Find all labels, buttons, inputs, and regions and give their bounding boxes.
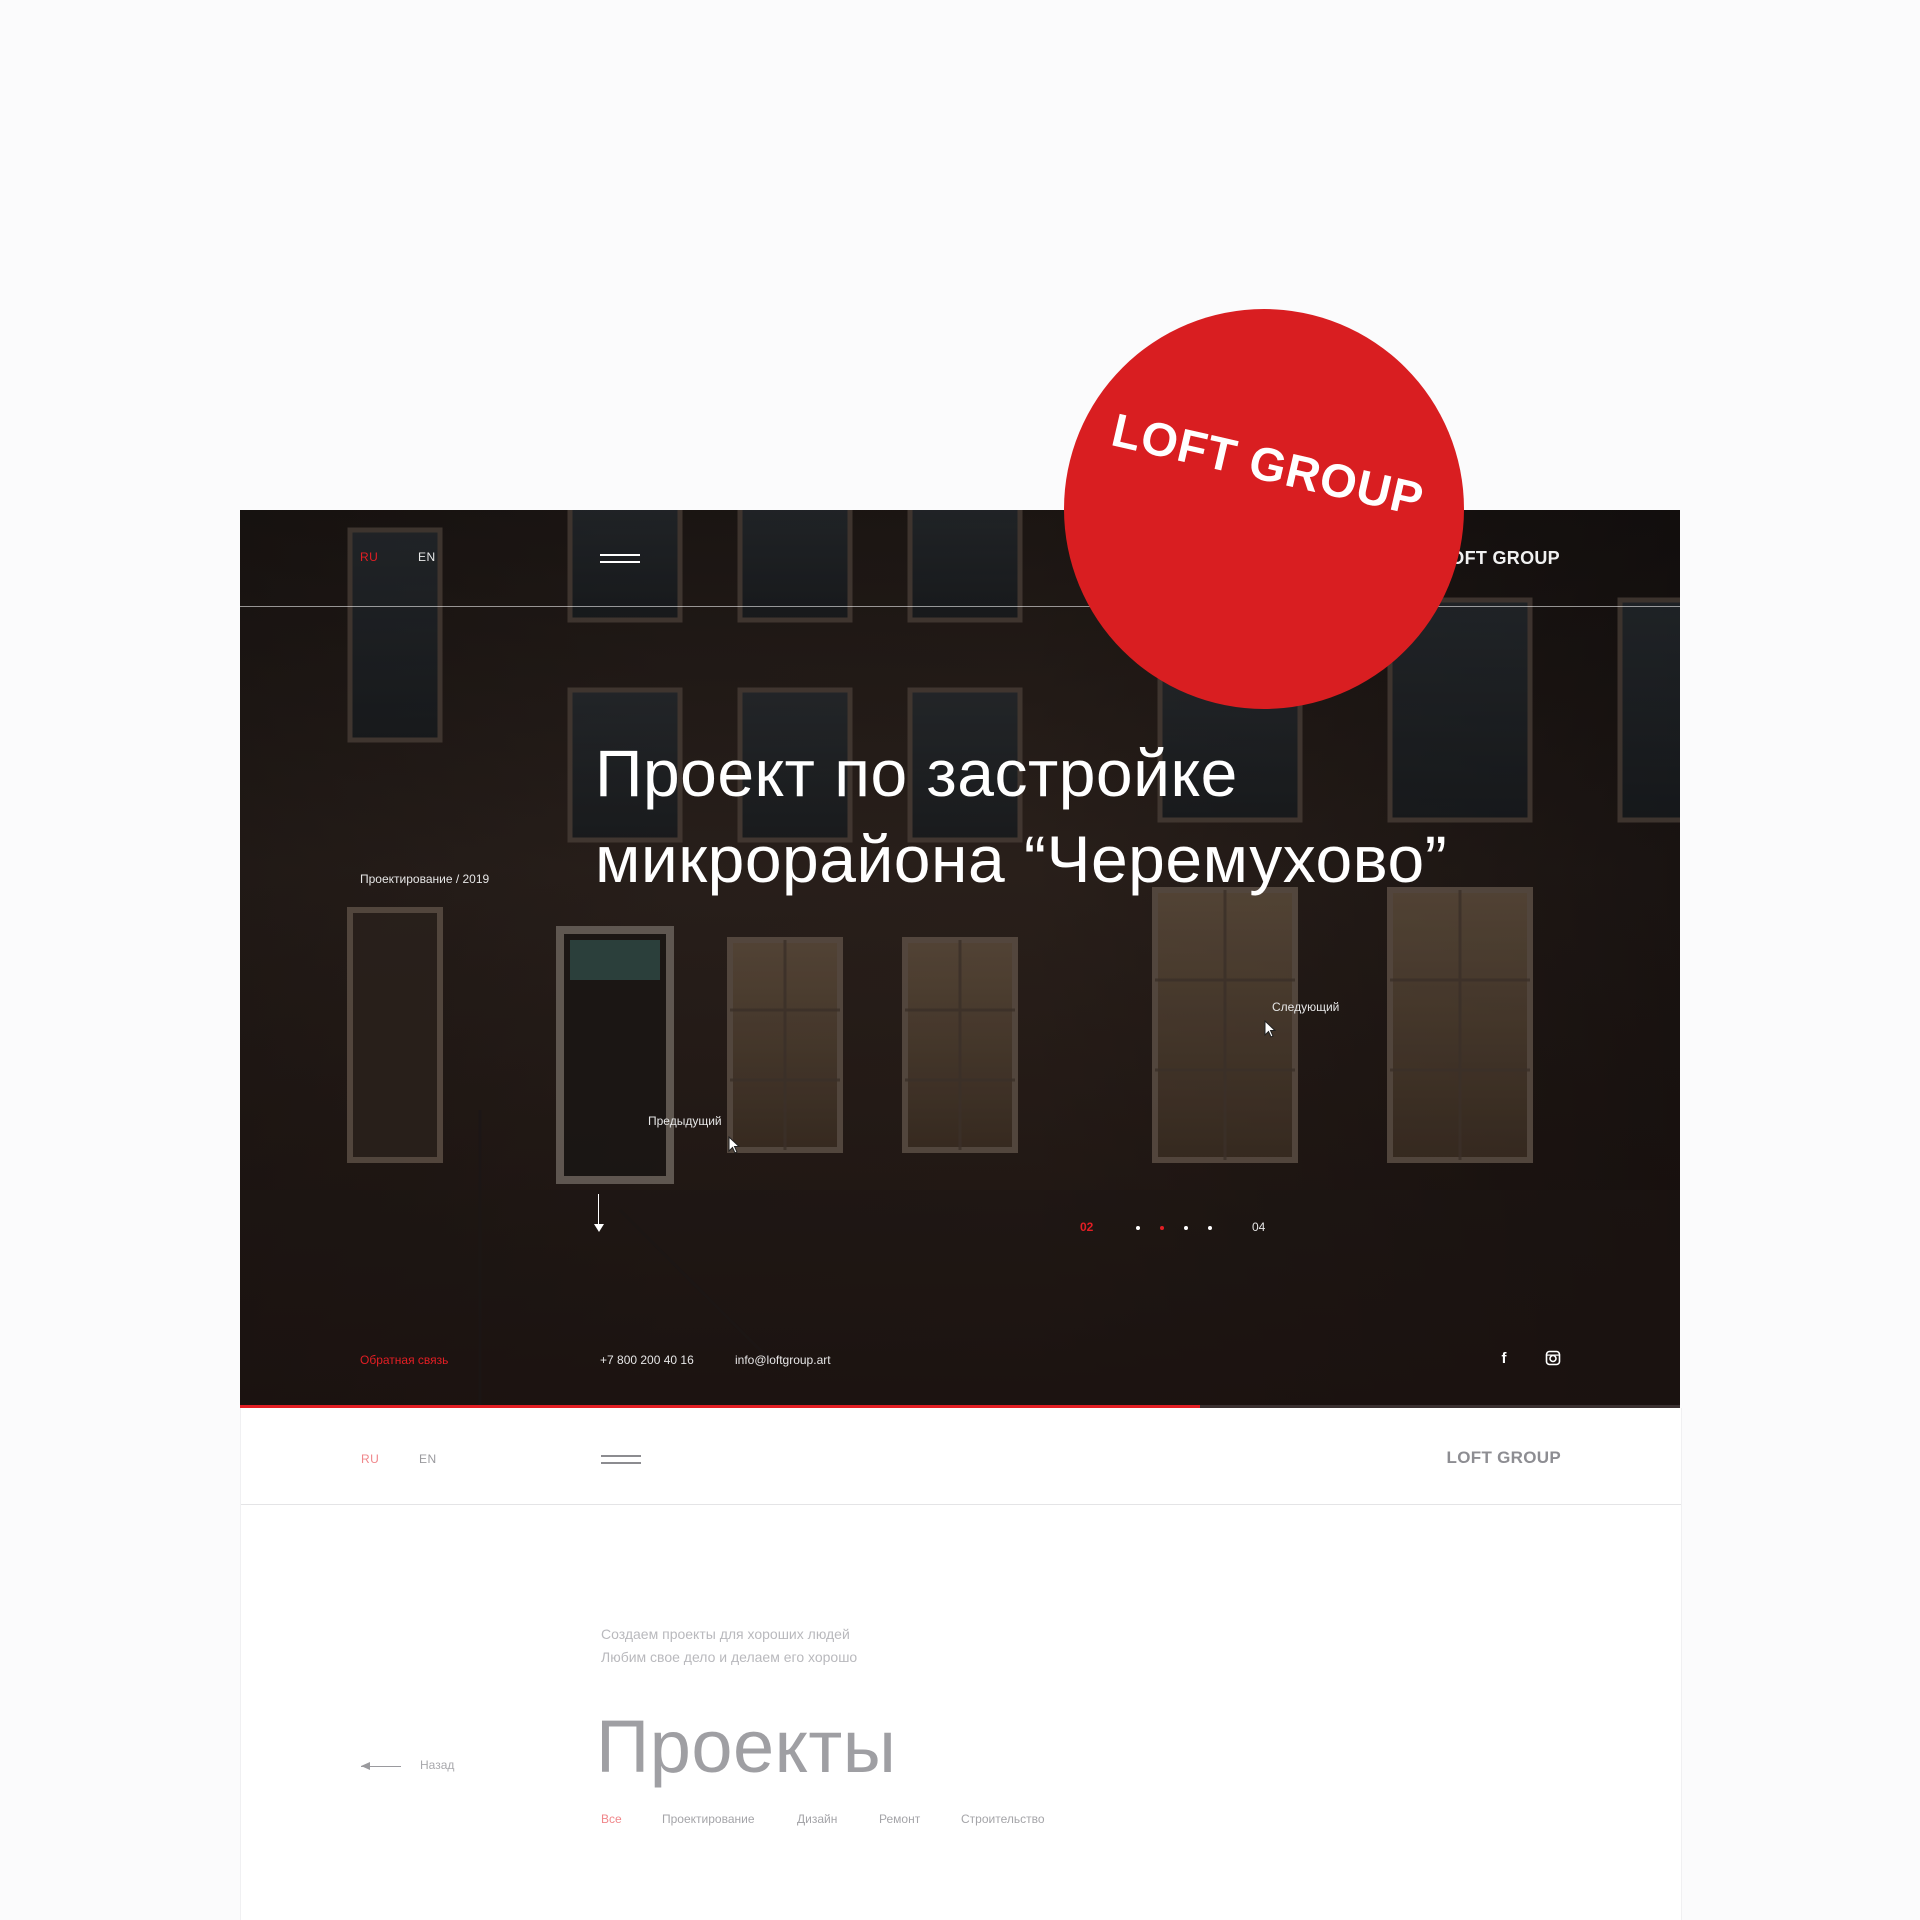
hero-header: RU EN LOFT GROUP: [240, 510, 1680, 607]
feedback-link[interactable]: Обратная связь: [360, 1353, 448, 1367]
logo-badge-label: LOFT GROUP: [1107, 402, 1430, 526]
pager-dot[interactable]: [1184, 1226, 1188, 1230]
instagram-icon[interactable]: [1545, 1350, 1561, 1366]
lang-en[interactable]: EN: [418, 550, 436, 564]
arrow-left-icon: [361, 1762, 401, 1770]
filter-construction[interactable]: Строительство: [961, 1812, 1045, 1826]
pager-dot[interactable]: [1208, 1226, 1212, 1230]
pager-dot-active[interactable]: [1160, 1226, 1164, 1230]
email-link[interactable]: info@loftgroup.art: [735, 1353, 831, 1367]
tagline: Создаем проекты для хороших людей Любим …: [601, 1623, 857, 1669]
filter-design-planning[interactable]: Проектирование: [662, 1812, 755, 1826]
title-line-2: микрорайона “Черемухово”: [595, 822, 1448, 896]
hero-footer: Обратная связь +7 800 200 40 16 info@lof…: [240, 1350, 1680, 1373]
brand-logo[interactable]: LOFT GROUP: [1447, 1448, 1561, 1468]
logo-badge-text: LOFT GROUP: [1107, 402, 1431, 528]
cursor-pointer-icon: [728, 1136, 741, 1154]
projects-heading: Проекты: [596, 1705, 897, 1788]
cursor-pointer-icon: [1264, 1020, 1277, 1038]
lang-ru[interactable]: RU: [361, 1452, 379, 1466]
building-facade-background: [240, 510, 1680, 1408]
lang-ru[interactable]: RU: [360, 550, 378, 564]
title-line-1: Проект по застройке: [595, 736, 1238, 810]
filter-renovation[interactable]: Ремонт: [879, 1812, 920, 1826]
projects-page: RU EN LOFT GROUP Создаем проекты для хор…: [240, 1408, 1682, 1920]
project-meta: Проектирование / 2019: [360, 872, 490, 886]
page-title: Проект по застройке микрорайона “Черемух…: [595, 730, 1575, 902]
hero-slide: RU EN LOFT GROUP Проектирование / 2019 П…: [240, 510, 1680, 1408]
hamburger-icon[interactable]: [601, 1455, 641, 1465]
pager-current: 02: [1080, 1220, 1094, 1234]
filter-interior[interactable]: Дизайн: [797, 1812, 837, 1826]
pager-total: 04: [1252, 1220, 1266, 1234]
logo-badge: LOFT GROUP: [1064, 309, 1464, 709]
hamburger-icon[interactable]: [600, 554, 640, 564]
arrow-down-icon[interactable]: [594, 1194, 604, 1234]
next-slide-link[interactable]: Следующий: [1272, 1000, 1339, 1014]
projects-header: RU EN LOFT GROUP: [241, 1408, 1681, 1505]
tagline-line-2: Любим свое дело и делаем его хорошо: [601, 1649, 858, 1665]
tagline-line-1: Создаем проекты для хороших людей: [601, 1626, 850, 1642]
pager-dot[interactable]: [1136, 1226, 1140, 1230]
filter-all[interactable]: Все: [601, 1812, 622, 1826]
prev-slide-link[interactable]: Предыдущий: [648, 1114, 722, 1128]
lang-en[interactable]: EN: [419, 1452, 437, 1466]
back-label: Назад: [420, 1758, 455, 1772]
slide-pager: 02 04: [1080, 1220, 1265, 1236]
brand-logo-text: LOFT GROUP: [1446, 1448, 1561, 1467]
phone-link[interactable]: +7 800 200 40 16: [600, 1353, 694, 1367]
facebook-icon[interactable]: f: [1496, 1350, 1512, 1367]
